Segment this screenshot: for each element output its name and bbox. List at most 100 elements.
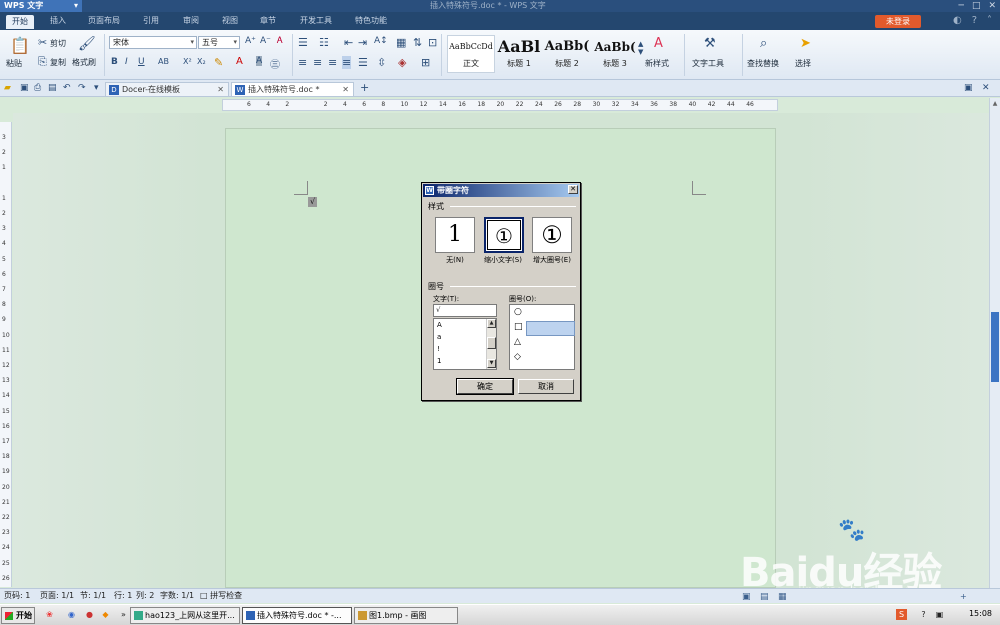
- scroll-down-icon[interactable]: ▼: [487, 359, 496, 368]
- doc-tab-current[interactable]: W 插入特殊符号.doc * ✕: [231, 82, 354, 96]
- scroll-up-icon[interactable]: ▲: [991, 100, 999, 110]
- minimize-icon[interactable]: ─: [959, 0, 964, 12]
- distribute-icon[interactable]: ☰: [358, 56, 368, 69]
- collapse-ribbon-icon[interactable]: ˄: [987, 15, 992, 26]
- selected-character[interactable]: √: [308, 197, 317, 207]
- decrease-indent-icon[interactable]: ⇤: [344, 36, 353, 49]
- cursor-select-icon[interactable]: ➤: [800, 36, 811, 51]
- close-icon[interactable]: ✕: [342, 83, 349, 97]
- style-heading-2[interactable]: AaBb( 标题 2: [543, 35, 591, 73]
- close-icon[interactable]: ✕: [988, 0, 996, 12]
- dialog-title-bar[interactable]: W 带圈字符: [423, 184, 579, 197]
- align-right-icon[interactable]: ≡: [328, 56, 337, 69]
- style-option-none[interactable]: 1: [435, 217, 475, 253]
- close-doc-icon[interactable]: ✕: [982, 83, 990, 93]
- underline-icon[interactable]: U: [138, 57, 145, 67]
- zoom-in-icon[interactable]: +: [960, 590, 967, 604]
- customize-icon[interactable]: ▾: [94, 83, 99, 93]
- strikethrough-icon[interactable]: AB: [158, 57, 169, 66]
- shape-item-triangle[interactable]: △: [510, 335, 574, 350]
- table-icon[interactable]: ▦: [396, 36, 406, 49]
- superscript-icon[interactable]: X²: [183, 57, 192, 66]
- bullet-list-icon[interactable]: ☰: [298, 36, 308, 49]
- tab-home[interactable]: 开始: [6, 15, 34, 29]
- quicklaunch-icon[interactable]: ❀: [44, 609, 55, 620]
- style-heading-3[interactable]: AaBb( 标题 3: [591, 35, 639, 73]
- list-scrollbar[interactable]: ▲ ▼: [486, 319, 496, 369]
- tab-features[interactable]: 特色功能: [355, 14, 387, 28]
- tab-chapter[interactable]: 章节: [260, 14, 276, 28]
- restore-view-icon[interactable]: ▣: [964, 83, 973, 93]
- increase-indent-icon[interactable]: ⇥: [358, 36, 367, 49]
- help-icon[interactable]: ?: [918, 609, 929, 620]
- style-heading-1[interactable]: AaBl 标题 1: [495, 35, 543, 73]
- help-icon[interactable]: ?: [972, 15, 977, 26]
- task-paint[interactable]: 图1.bmp - 画图: [354, 607, 458, 624]
- style-option-enlarge-circle[interactable]: ①: [532, 217, 572, 253]
- new-tab-icon[interactable]: +: [360, 81, 369, 94]
- char-shading-icon[interactable]: A: [256, 56, 263, 66]
- scrollbar-thumb[interactable]: [487, 337, 496, 349]
- scroll-up-icon[interactable]: ▲: [487, 319, 496, 328]
- grow-font-icon[interactable]: A⁺: [245, 36, 256, 46]
- close-icon[interactable]: ✕: [568, 185, 578, 194]
- scrollbar-thumb[interactable]: [991, 312, 999, 382]
- paste-button[interactable]: 粘贴: [6, 58, 22, 69]
- close-icon[interactable]: ✕: [217, 83, 224, 97]
- copy-icon[interactable]: ⎘: [38, 55, 47, 69]
- undo-icon[interactable]: ↶: [63, 83, 71, 93]
- ime-icon[interactable]: ▣: [934, 609, 945, 620]
- cut-icon[interactable]: ✂: [38, 36, 47, 49]
- style-normal[interactable]: AaBbCcDd 正文: [447, 35, 495, 73]
- align-justify-icon[interactable]: ≡: [342, 56, 352, 69]
- ok-button[interactable]: 确定: [456, 378, 514, 395]
- italic-icon[interactable]: I: [125, 57, 128, 67]
- cancel-button[interactable]: 取消: [518, 379, 574, 394]
- tab-page-layout[interactable]: 页面布局: [88, 14, 120, 28]
- align-left-icon[interactable]: ≡: [298, 56, 307, 69]
- task-browser[interactable]: hao123_上网从这里开...: [130, 607, 240, 624]
- open-folder-icon[interactable]: ▰: [4, 83, 11, 93]
- shrink-font-icon[interactable]: A⁻: [260, 36, 271, 46]
- styles-scroll-icon[interactable]: ▲ ▼: [638, 40, 643, 56]
- start-button[interactable]: 开始: [1, 607, 35, 624]
- show-marks-icon[interactable]: ⊡: [428, 36, 437, 49]
- enclose-char-icon[interactable]: ㊂: [270, 56, 280, 71]
- text-direction-icon[interactable]: A↕: [374, 36, 388, 46]
- paste-icon[interactable]: 📋: [10, 36, 30, 55]
- new-style-icon[interactable]: A: [654, 36, 663, 51]
- text-tools-icon[interactable]: ⚒: [704, 36, 716, 51]
- save-icon[interactable]: ▣: [20, 83, 29, 93]
- text-input[interactable]: √: [433, 304, 497, 317]
- copy-button[interactable]: 复制: [50, 57, 66, 68]
- bold-icon[interactable]: B: [111, 57, 118, 67]
- numbered-list-icon[interactable]: ☷: [319, 36, 329, 49]
- enclosure-shape-list[interactable]: ○ □ △ ◇: [509, 304, 575, 370]
- cut-button[interactable]: 剪切: [50, 38, 66, 49]
- tab-developer[interactable]: 开发工具: [300, 14, 332, 28]
- select-button[interactable]: 选择: [795, 58, 811, 69]
- tab-insert[interactable]: 插入: [50, 14, 66, 28]
- view-mode-icon[interactable]: ▦: [778, 590, 787, 604]
- text-tools-button[interactable]: 文字工具: [692, 58, 724, 69]
- doc-tab-docer[interactable]: D Docer-在线模板 ✕: [105, 82, 229, 96]
- clear-format-icon[interactable]: Ꭺ: [277, 36, 283, 46]
- tray-icon[interactable]: S: [896, 609, 907, 620]
- find-replace-button[interactable]: 查找替换: [747, 58, 779, 69]
- font-name-select[interactable]: 宋体 ▾: [109, 36, 197, 49]
- vertical-scrollbar[interactable]: ▲: [989, 98, 1000, 588]
- font-color-icon[interactable]: A: [236, 56, 243, 67]
- shape-item-square[interactable]: □: [510, 320, 575, 336]
- print-icon[interactable]: ⎙: [34, 83, 41, 93]
- maximize-icon[interactable]: □: [972, 0, 981, 12]
- vertical-ruler[interactable]: 3 2 1 1 2 3 4 5 6 7 8 9 10 11 12 13 14 15 16 17 18 19 20 21 22 23…: [0, 122, 12, 597]
- line-spacing-icon[interactable]: ⇳: [377, 56, 386, 69]
- font-size-select[interactable]: 五号 ▾: [198, 36, 240, 49]
- highlight-icon[interactable]: ✎: [214, 56, 223, 69]
- horizontal-ruler[interactable]: 6 4 2 2 4 6 8 10 12 14 16 18 20 22 24 26 28 30 32 34 36 38 40 4…: [222, 99, 778, 111]
- shape-item-circle[interactable]: ○: [510, 305, 574, 320]
- browser-icon[interactable]: ◉: [66, 609, 77, 620]
- expand-icon[interactable]: »: [118, 609, 129, 620]
- status-word-count[interactable]: 字数: 1/1: [160, 589, 194, 603]
- binoculars-icon[interactable]: ⌕: [760, 36, 767, 51]
